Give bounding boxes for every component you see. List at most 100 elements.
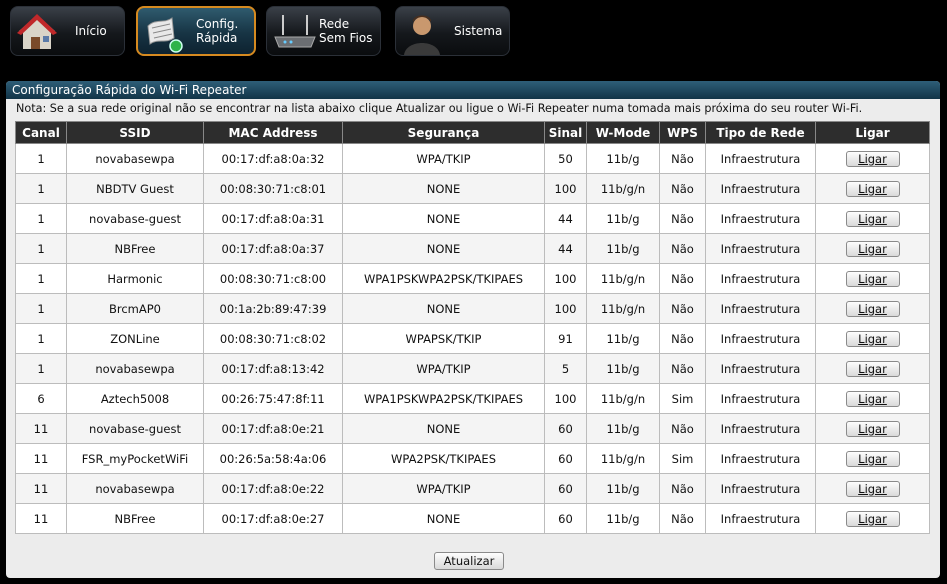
signal-cell: 60: [544, 413, 587, 444]
wmode-cell: 11b/g: [586, 413, 660, 444]
connect-button[interactable]: Ligar: [845, 510, 900, 527]
wps-cell: Não: [659, 203, 706, 234]
col-mac-header: MAC Address: [203, 121, 343, 144]
wmode-cell: 11b/g: [586, 473, 660, 504]
signal-cell: 91: [544, 323, 587, 354]
ssid-cell: novabasewpa: [66, 143, 204, 174]
ssid-cell: NBFree: [66, 503, 204, 534]
col-canal-header: Canal: [15, 121, 67, 144]
table-row: 11 FSR_myPocketWiFi 00:26:5a:58:4a:06 WPA2P…: [15, 443, 930, 474]
col-ssid-header: SSID: [66, 121, 204, 144]
connect-button[interactable]: Ligar: [845, 270, 900, 287]
canal-cell: 6: [15, 383, 67, 414]
col-wps-header: WPS: [659, 121, 706, 144]
connect-button[interactable]: Ligar: [845, 240, 900, 257]
connect-button[interactable]: Ligar: [845, 360, 900, 377]
wmode-cell: 11b/g: [586, 323, 660, 354]
connect-cell: Ligar: [815, 263, 930, 294]
wps-cell: Não: [659, 503, 706, 534]
signal-cell: 50: [544, 143, 587, 174]
connect-button[interactable]: Ligar: [845, 420, 900, 437]
user-icon: [404, 15, 440, 55]
table-header-row: Canal SSID MAC Address Segurança Sinal W…: [15, 121, 930, 144]
network-type-cell: Infraestrutura: [705, 263, 816, 294]
connect-cell: Ligar: [815, 233, 930, 264]
wmode-cell: 11b/g/n: [586, 443, 660, 474]
connect-button[interactable]: Ligar: [845, 450, 900, 467]
wps-cell: Não: [659, 293, 706, 324]
security-cell: WPA1PSKWPA2PSK/TKIPAES: [342, 263, 545, 294]
canal-cell: 11: [15, 413, 67, 444]
network-type-cell: Infraestrutura: [705, 443, 816, 474]
ssid-cell: novabase-guest: [66, 413, 204, 444]
connect-button[interactable]: Ligar: [845, 330, 900, 347]
nav-sistema-button[interactable]: Sistema: [395, 6, 510, 56]
refresh-button[interactable]: Atualizar: [434, 552, 504, 570]
connect-button[interactable]: Ligar: [845, 180, 900, 197]
network-type-cell: Infraestrutura: [705, 383, 816, 414]
network-type-cell: Infraestrutura: [705, 233, 816, 264]
connect-cell: Ligar: [815, 203, 930, 234]
signal-cell: 60: [544, 443, 587, 474]
wmode-cell: 11b/g/n: [586, 293, 660, 324]
mac-cell: 00:17:df:a8:0a:37: [203, 233, 343, 264]
security-cell: NONE: [342, 233, 545, 264]
connect-button[interactable]: Ligar: [845, 390, 900, 407]
connect-button[interactable]: Ligar: [845, 300, 900, 317]
nav-config-rapida-button[interactable]: Config. Rápida: [136, 6, 256, 56]
ssid-cell: novabasewpa: [66, 473, 204, 504]
signal-cell: 44: [544, 233, 587, 264]
nav-rede-label-line1: Rede: [319, 17, 350, 31]
network-type-cell: Infraestrutura: [705, 353, 816, 384]
table-row: 1 NBDTV Guest 00:08:30:71:c8:01 NONE 100 11b/…: [15, 173, 930, 204]
table-row: 1 novabase-guest 00:17:df:a8:0a:31 NONE 44 11…: [15, 203, 930, 234]
mac-cell: 00:17:df:a8:0e:22: [203, 473, 343, 504]
ssid-cell: NBFree: [66, 233, 204, 264]
panel-title: Configuração Rápida do Wi-Fi Repeater: [6, 81, 940, 99]
nav-inicio-label: Início: [75, 24, 107, 38]
network-type-cell: Infraestrutura: [705, 323, 816, 354]
connect-button[interactable]: Ligar: [845, 480, 900, 497]
signal-cell: 60: [544, 473, 587, 504]
quick-config-icon: [147, 17, 183, 53]
canal-cell: 1: [15, 263, 67, 294]
connect-button[interactable]: Ligar: [845, 210, 900, 227]
mac-cell: 00:17:df:a8:0e:27: [203, 503, 343, 534]
wmode-cell: 11b/g: [586, 233, 660, 264]
network-type-cell: Infraestrutura: [705, 413, 816, 444]
security-cell: NONE: [342, 413, 545, 444]
wps-cell: Não: [659, 173, 706, 204]
canal-cell: 1: [15, 143, 67, 174]
security-cell: NONE: [342, 173, 545, 204]
network-type-cell: Infraestrutura: [705, 473, 816, 504]
table-row: 1 novabasewpa 00:17:df:a8:13:42 WPA/TKIP 5 11…: [15, 353, 930, 384]
wmode-cell: 11b/g/n: [586, 383, 660, 414]
ssid-cell: Harmonic: [66, 263, 204, 294]
nav-rede-sem-fios-button[interactable]: Rede Sem Fios: [266, 6, 381, 56]
mac-cell: 00:26:5a:58:4a:06: [203, 443, 343, 474]
nav-inicio-button[interactable]: Início: [10, 6, 125, 56]
nav-config-label-line1: Config.: [196, 17, 239, 31]
wps-cell: Sim: [659, 383, 706, 414]
connect-cell: Ligar: [815, 353, 930, 384]
security-cell: WPA/TKIP: [342, 473, 545, 504]
connect-cell: Ligar: [815, 473, 930, 504]
mac-cell: 00:08:30:71:c8:01: [203, 173, 343, 204]
ssid-cell: ZONLine: [66, 323, 204, 354]
table-row: 1 ZONLine 00:08:30:71:c8:02 WPAPSK/TKIP 91 11…: [15, 323, 930, 354]
wmode-cell: 11b/g/n: [586, 263, 660, 294]
canal-cell: 11: [15, 443, 67, 474]
canal-cell: 1: [15, 353, 67, 384]
connect-cell: Ligar: [815, 443, 930, 474]
house-icon: [17, 14, 57, 49]
security-cell: NONE: [342, 503, 545, 534]
wps-cell: Não: [659, 323, 706, 354]
wps-cell: Sim: [659, 443, 706, 474]
col-wmode-header: W-Mode: [586, 121, 660, 144]
signal-cell: 44: [544, 203, 587, 234]
mac-cell: 00:17:df:a8:13:42: [203, 353, 343, 384]
wps-cell: Não: [659, 353, 706, 384]
wps-cell: Não: [659, 263, 706, 294]
table-row: 1 Harmonic 00:08:30:71:c8:00 WPA1PSKWPA2PSK…: [15, 263, 930, 294]
connect-button[interactable]: Ligar: [845, 150, 900, 167]
